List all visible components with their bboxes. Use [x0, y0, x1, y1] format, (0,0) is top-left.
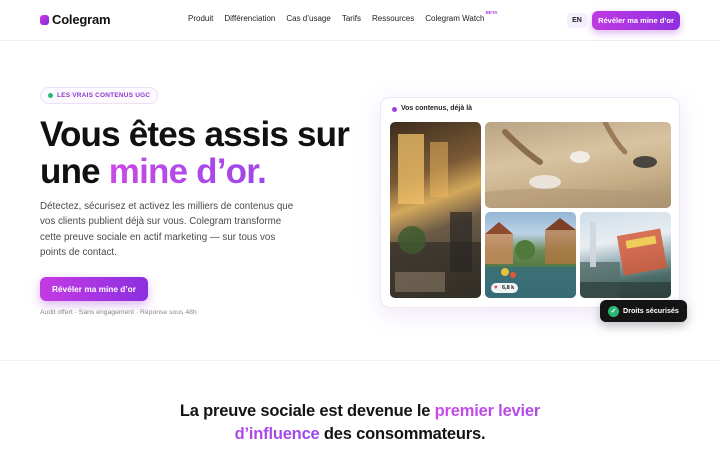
- street-photo-illustration: [580, 222, 671, 298]
- nav-link-cas-usage[interactable]: Cas d’usage: [286, 14, 330, 23]
- sand-photo-illustration: [485, 122, 671, 208]
- hero-cta-button[interactable]: Révéler ma mine d’or: [40, 277, 148, 301]
- heart-icon: ♥: [494, 285, 498, 291]
- rights-secured-badge: ✓ Droits sécurisés: [600, 300, 687, 322]
- like-count-chip: ♥ 6,8 k: [491, 283, 519, 293]
- nav-links: Produit Différenciation Cas d’usage Tari…: [188, 10, 498, 23]
- beta-badge: BETA: [485, 10, 498, 15]
- header-cta-button[interactable]: Révéler ma mine d’or: [592, 11, 680, 30]
- nav-link-ressources[interactable]: Ressources: [372, 14, 414, 23]
- nav-link-colegram-watch-label: Colegram Watch: [425, 14, 485, 23]
- hero-title-line1: Vous êtes assis sur: [40, 115, 350, 154]
- ugc-gallery-card: Vos contenus, déjà là ♥ 6,8 k: [380, 97, 680, 308]
- hero-title-accent: mine d’or.: [108, 152, 267, 191]
- interior-photo-illustration: [390, 134, 481, 298]
- gallery-photo-interior[interactable]: [390, 122, 481, 298]
- ugc-badge: LES VRAIS CONTENUS UGC: [40, 87, 159, 104]
- nav-link-tarifs[interactable]: Tarifs: [342, 14, 361, 23]
- hero-title: Vous êtes assis sur une mine d’or.: [40, 116, 370, 190]
- nav-link-colegram-watch[interactable]: Colegram Watch BETA: [425, 10, 497, 23]
- gallery-header: Vos contenus, déjà là: [392, 105, 472, 112]
- logo[interactable]: Colegram: [40, 12, 111, 27]
- section-title-part1: La preuve sociale est devenue le: [179, 402, 435, 420]
- logo-mark-icon: [40, 14, 49, 25]
- hero-description: Détectez, sécurisez et activez les milli…: [40, 201, 294, 259]
- section-title-part2: des consommateurs.: [319, 425, 486, 443]
- gallery-header-label: Vos contenus, déjà là: [401, 105, 473, 112]
- hero-title-line2: une: [40, 152, 109, 191]
- section-title: La preuve sociale est devenue le premier…: [160, 400, 560, 446]
- status-dot-icon: [48, 93, 53, 98]
- gallery-photo-sand[interactable]: [485, 122, 671, 208]
- check-icon: ✓: [608, 305, 619, 317]
- ugc-badge-label: LES VRAIS CONTENUS UGC: [57, 92, 151, 99]
- gallery-photo-canal[interactable]: ♥ 6,8 k: [485, 212, 576, 298]
- logo-text: Colegram: [52, 12, 111, 27]
- gallery-photo-street[interactable]: [580, 212, 671, 298]
- hero-note: Audit offert · Sans engagement · Réponse…: [40, 309, 197, 316]
- language-switch-button[interactable]: EN: [567, 13, 587, 28]
- nav-link-differenciation[interactable]: Différenciation: [224, 14, 275, 23]
- rights-secured-label: Droits sécurisés: [623, 306, 679, 315]
- gallery-dot-icon: [392, 107, 397, 112]
- top-nav: Colegram Produit Différenciation Cas d’u…: [0, 0, 720, 41]
- section-divider: [0, 360, 720, 361]
- nav-link-produit[interactable]: Produit: [188, 14, 213, 23]
- like-count-label: 6,8 k: [502, 285, 515, 291]
